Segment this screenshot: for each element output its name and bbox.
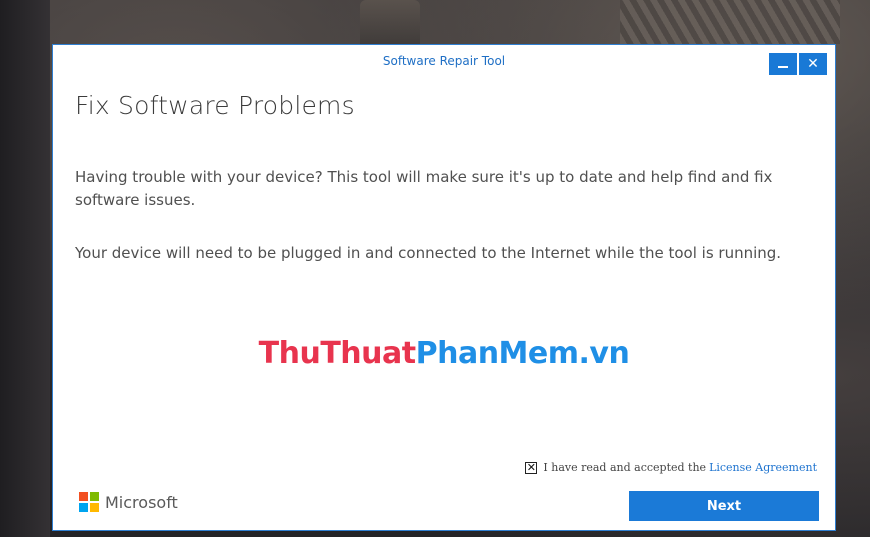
microsoft-squares-icon <box>79 492 99 512</box>
logo-square-yellow <box>90 503 99 512</box>
license-agreement-row: ✕ I have read and accepted the License A… <box>525 461 817 474</box>
logo-square-red <box>79 492 88 501</box>
page-title: Fix Software Problems <box>75 91 355 120</box>
watermark-logo: ThuThuatPhanMem.vn <box>53 336 835 371</box>
requirements-paragraph: Your device will need to be plugged in a… <box>75 244 782 262</box>
logo-square-green <box>90 492 99 501</box>
logo-square-blue <box>79 503 88 512</box>
license-checkbox[interactable]: ✕ <box>525 461 538 474</box>
background-tower <box>360 0 420 44</box>
microsoft-wordmark: Microsoft <box>105 492 178 512</box>
title-bar[interactable]: Software Repair Tool ✕ <box>53 45 835 77</box>
desktop-background: Software Repair Tool ✕ Fix Software Prob… <box>0 0 870 537</box>
microsoft-logo: Microsoft <box>79 492 178 512</box>
license-agreement-link[interactable]: License Agreement <box>709 461 817 474</box>
watermark-red-text: ThuThuat <box>258 336 416 371</box>
background-spire <box>620 0 840 44</box>
agreement-text: I have read and accepted the <box>543 461 707 474</box>
software-repair-tool-window: Software Repair Tool ✕ Fix Software Prob… <box>52 44 836 531</box>
next-button[interactable]: Next <box>629 491 819 521</box>
close-button[interactable]: ✕ <box>799 53 827 75</box>
close-icon: ✕ <box>807 56 819 72</box>
background-shade <box>0 0 50 537</box>
checkbox-check-icon: ✕ <box>526 461 536 474</box>
minimize-icon <box>778 66 788 68</box>
watermark-blue-text: PhanMem.vn <box>415 336 630 371</box>
minimize-button[interactable] <box>769 53 797 75</box>
window-title: Software Repair Tool <box>382 54 506 68</box>
description-paragraph: Having trouble with your device? This to… <box>75 168 773 209</box>
